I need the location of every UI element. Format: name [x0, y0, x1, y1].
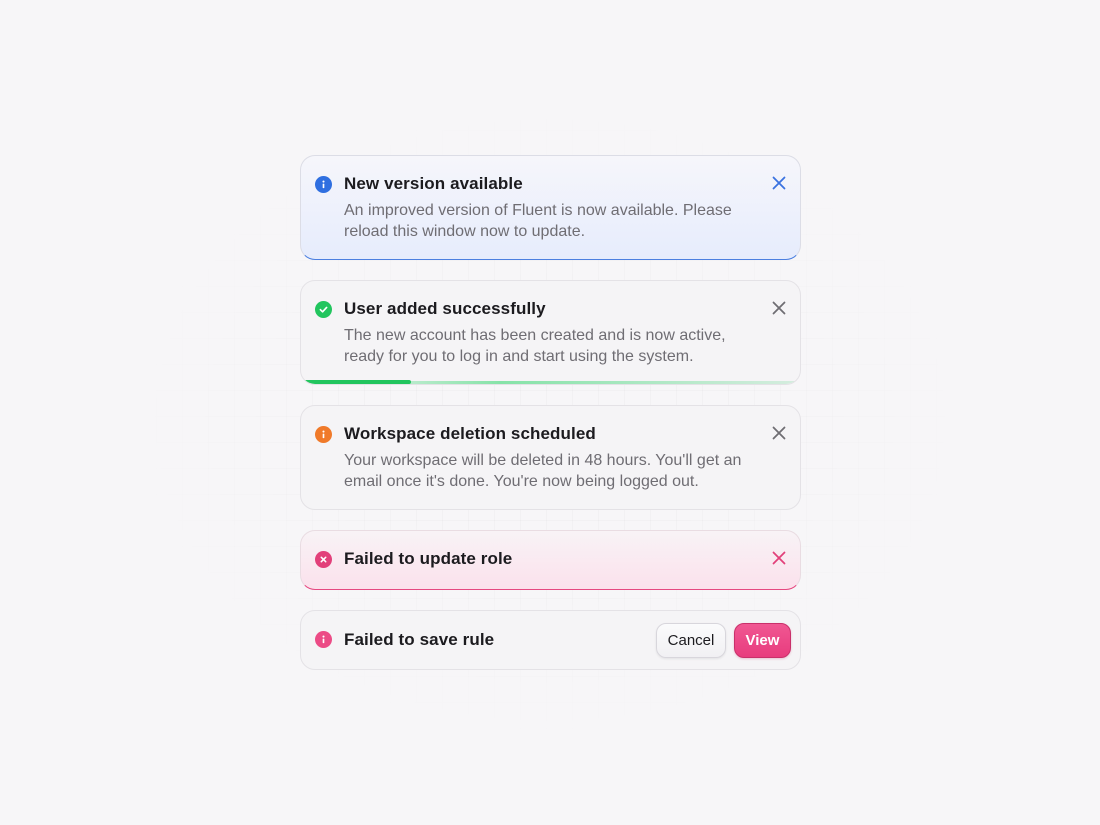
close-icon[interactable]: [771, 175, 787, 191]
toast-message: An improved version of Fluent is now ava…: [344, 202, 732, 240]
toast-message: The new account has been created and is …: [344, 327, 726, 365]
info-icon: [315, 176, 332, 193]
toast-error-actions: Failed to save rule Cancel View: [300, 610, 801, 670]
toast-title: Failed to update role: [344, 549, 513, 568]
progress-bar: [301, 380, 411, 384]
close-icon[interactable]: [771, 425, 787, 441]
toast-info: New version available An improved versio…: [300, 155, 801, 260]
close-icon[interactable]: [771, 550, 787, 566]
toast-error: Failed to update role: [300, 530, 801, 590]
toast-title: Failed to save rule: [344, 630, 495, 649]
info-icon: [315, 631, 332, 648]
toast-title: Workspace deletion scheduled: [344, 424, 596, 443]
x-circle-icon: [315, 551, 332, 568]
cancel-button[interactable]: Cancel: [656, 623, 726, 658]
check-circle-icon: [315, 301, 332, 318]
toast-message: Your workspace will be deleted in 48 hou…: [344, 452, 742, 490]
toast-title: User added successfully: [344, 299, 546, 318]
toast-warning: Workspace deletion scheduled Your worksp…: [300, 405, 801, 510]
info-icon: [315, 426, 332, 443]
view-button[interactable]: View: [734, 623, 791, 658]
toast-title: New version available: [344, 174, 523, 193]
toast-success: User added successfully The new account …: [300, 280, 801, 385]
close-icon[interactable]: [771, 300, 787, 316]
